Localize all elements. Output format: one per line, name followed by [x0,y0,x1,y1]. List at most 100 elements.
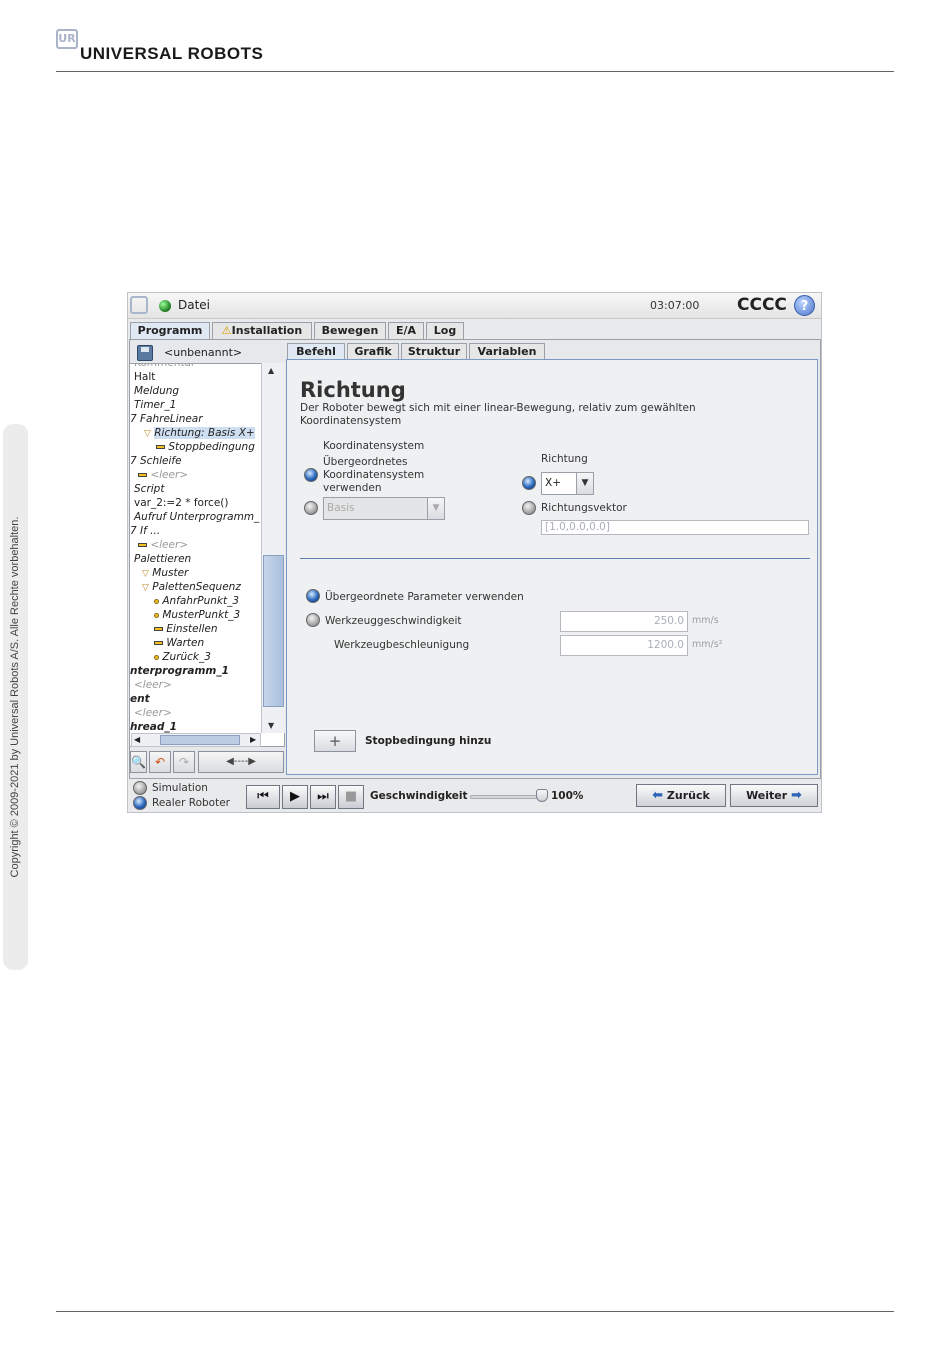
coord-system-select[interactable]: Basis ▼ [323,497,445,520]
tree-horizontal-scrollbar[interactable]: ◀ ▶ [131,733,261,747]
clock: 03:07:00 [650,299,700,312]
redo-icon[interactable]: ↷ [173,751,195,773]
ur-logo-icon: UR [56,29,78,49]
tool-accel-label: Werkzeugbeschleunigung [334,639,470,651]
expand-triangle-icon: ▽ [142,569,149,579]
tree-node[interactable]: Halt [134,370,155,384]
tree-node[interactable]: ▽ Muster [142,566,188,580]
tab-befehl[interactable]: Befehl [287,343,345,360]
tree-node[interactable]: Einstellen [154,622,218,636]
command-node-icon [138,543,147,547]
tab-log[interactable]: Log [426,322,464,339]
step-button[interactable]: ⏭ [310,785,336,809]
coord-select-radio[interactable] [304,501,318,515]
tree-node[interactable]: nterprogramm_1 [130,664,229,678]
tree-node[interactable]: 7 FahreLinear [130,412,203,426]
speed-value: 100% [551,790,584,802]
scroll-left-icon[interactable]: ◀ [134,735,140,744]
tab-programm[interactable]: Programm [130,322,210,339]
tree-node[interactable]: ent [130,692,150,706]
tab-variablen[interactable]: Variablen [469,343,545,360]
rewind-button[interactable]: ⏮ [246,785,280,809]
ur-app-icon [130,296,148,314]
tab-grafik[interactable]: Grafik [347,343,399,360]
tree-node[interactable]: MusterPunkt_3 [154,608,240,622]
move-node-button[interactable]: ◀----▶ [198,751,284,773]
hscroll-thumb[interactable] [160,735,240,745]
tree-node[interactable]: hread_1 [130,720,177,734]
tree-node-label: Script [134,483,165,495]
undo-icon[interactable]: ↶ [149,751,171,773]
next-button[interactable]: Weiter ➡ [730,784,818,807]
tree-node[interactable]: var_2:=2 * force() [134,496,228,510]
tree-node-label: Stoppbedingung [168,441,255,453]
waypoint-icon [154,654,159,660]
scroll-down-icon[interactable]: ▼ [268,721,274,730]
tool-accel-field[interactable]: 1200.0 [560,635,688,656]
tree-node-label: Muster [152,567,189,579]
save-disk-icon[interactable] [137,345,153,361]
tree-node-label: Halt [134,371,156,383]
play-button[interactable]: ▶ [282,785,308,809]
tree-node[interactable]: <leer> [138,468,188,482]
tree-node[interactable]: Script [134,482,164,496]
tree-node[interactable]: Stoppbedingung [156,440,255,454]
tree-node[interactable]: 7 Schleife [130,454,182,468]
stop-button[interactable]: ■ [338,785,364,809]
tree-node[interactable]: <leer> [134,678,172,692]
tree-node-label: 7 Schleife [130,455,182,467]
search-icon[interactable]: 🔍 [130,751,147,773]
command-node-icon [156,445,165,449]
tree-node[interactable]: ▽ Richtung: Basis X+ [144,426,255,440]
tree-node[interactable]: <leer> [134,706,172,720]
coord-parent-label: Übergeordnetes Koordinatensystem verwend… [323,456,425,494]
scroll-up-icon[interactable]: ▲ [268,366,274,375]
simulation-radio[interactable] [133,781,147,795]
tree-node[interactable]: Meldung [134,384,179,398]
tab-bewegen[interactable]: Bewegen [314,322,386,339]
warning-icon: ⚠ [221,324,232,337]
tab-installation[interactable]: ⚠Installation [212,322,312,339]
help-icon[interactable]: ? [794,295,815,316]
expand-triangle-icon: ▽ [142,583,149,593]
add-stop-condition-button[interactable]: + [314,730,356,752]
header-rule [56,71,894,72]
tree-node[interactable]: ▽ PalettenSequenz [142,580,241,594]
tree-node[interactable]: Timer_1 [134,398,176,412]
direction-vector-radio[interactable] [522,501,536,515]
tree-node-label: MusterPunkt_3 [162,609,241,621]
coord-parent-radio[interactable] [304,468,318,482]
tree-node[interactable]: AnfahrPunkt_3 [154,594,239,608]
waypoint-icon [154,598,159,604]
tool-speed-field[interactable]: 250.0 [560,611,688,632]
direction-label: Richtung [541,453,588,465]
tree-node[interactable]: Kommentar [134,364,195,370]
speed-slider-thumb[interactable] [536,789,548,802]
tab-struktur[interactable]: Struktur [401,343,467,360]
custom-params-radio[interactable] [306,613,320,627]
scroll-right-icon[interactable]: ▶ [250,735,256,744]
direction-radio[interactable] [522,476,536,490]
tree-node[interactable]: Aufruf Unterprogramm_ [134,510,259,524]
scroll-thumb[interactable] [263,555,284,707]
speed-slider[interactable] [470,795,542,799]
tree-vertical-scrollbar[interactable]: ▲ ▼ [261,363,285,733]
tree-node[interactable]: <leer> [138,538,188,552]
tree-node[interactable]: Warten [154,636,204,650]
use-parent-params-radio[interactable] [306,589,320,603]
tree-node[interactable]: Zurück_3 [154,650,211,664]
tree-node-label: var_2:=2 * force() [134,497,229,509]
tab-ea[interactable]: E/A [388,322,424,339]
bottom-bar: Simulation Realer Roboter ⏮ ▶ ⏭ ■ Geschw… [128,780,821,812]
command-panel: Richtung Der Roboter bewegt sich mit ein… [286,359,818,775]
chevron-down-icon: ▼ [576,473,593,494]
back-button[interactable]: ⬅ Zurück [636,784,726,807]
section-divider [300,558,810,559]
real-robot-radio[interactable] [133,796,147,810]
tree-node[interactable]: 7 If ... [130,524,160,538]
tree-node[interactable]: Palettieren [134,552,191,566]
file-menu[interactable]: Datei [178,298,210,312]
direction-select[interactable]: X+ ▼ [541,472,594,495]
direction-vector-field[interactable]: [1.0,0.0,0.0] [541,520,809,535]
chevron-down-icon: ▼ [427,498,444,519]
